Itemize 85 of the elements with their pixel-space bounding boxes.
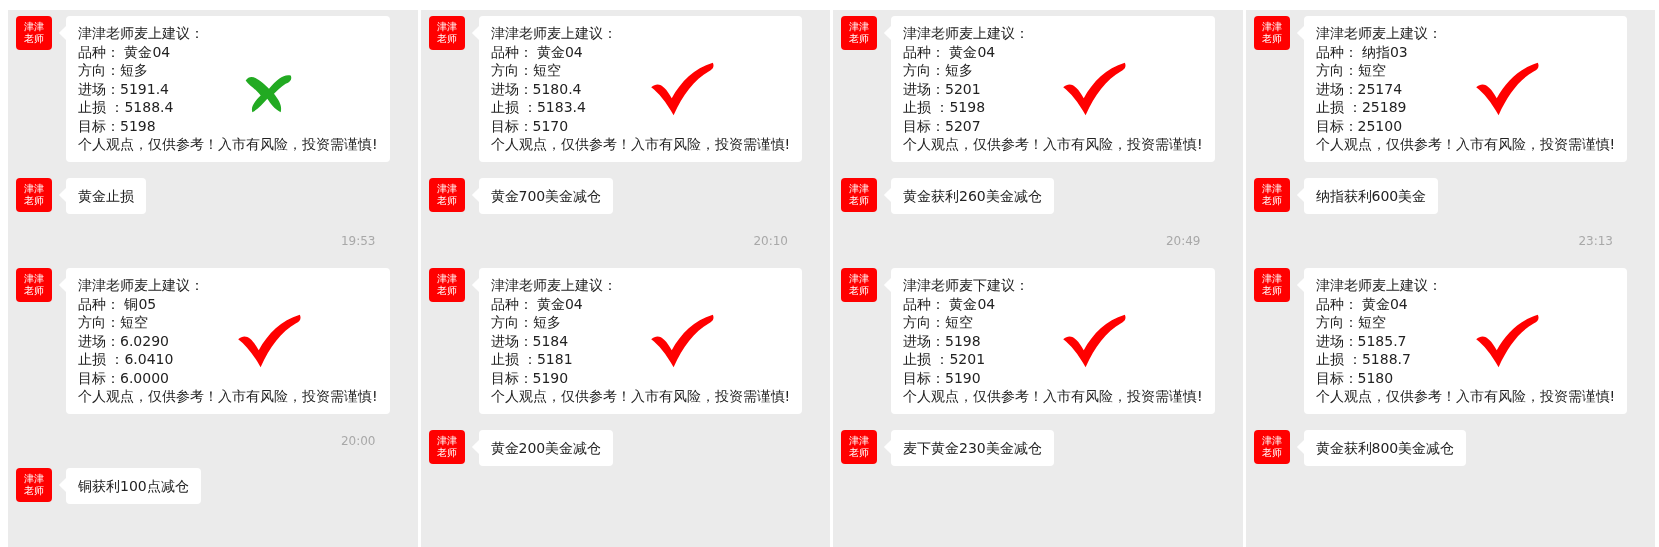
message-line: 方向：短空 [490, 61, 562, 80]
message-line: 进场：5185.7 [1315, 331, 1408, 350]
message-line: 方向：短多 [78, 61, 149, 80]
timestamp: 19:53 [340, 234, 376, 248]
message-line: 进场：6.0290 [78, 331, 170, 350]
message-line: 个人观点，仅供参考！入市有风险，投资需谨慎! [78, 387, 378, 406]
message-line: 目标：5180 [1315, 368, 1395, 387]
message-line: 进场：5198 [903, 331, 982, 350]
message-line: 进场：5201 [903, 79, 982, 98]
message-line: 津津老师麦下建议： [903, 276, 1030, 295]
avatar: 津津老师 [428, 429, 465, 464]
avatar: 津津老师 [1253, 16, 1290, 50]
message-line: 个人观点，仅供参考！入市有风险，投资需谨慎! [1315, 387, 1616, 406]
message-line: 个人观点，仅供参考！入市有风险，投资需谨慎! [78, 135, 378, 154]
message-line: 津津老师麦上建议： [490, 24, 618, 43]
message-line: 黄金获利800美金减仓 [1315, 438, 1455, 457]
avatar: 津津老师 [428, 16, 465, 50]
message-line: 津津老师麦上建议： [78, 276, 205, 295]
message-line: 品种： 黄金04 [490, 294, 584, 313]
timestamp: 20:00 [340, 433, 376, 448]
message-line: 品种： 黄金04 [1315, 294, 1409, 313]
message-line: 目标：5190 [490, 368, 570, 387]
avatar: 津津老师 [841, 177, 877, 212]
message-line: 品种： 黄金04 [903, 42, 997, 61]
avatar: 津津老师 [1253, 429, 1290, 464]
message-line: 止损 ：5198 [903, 98, 987, 117]
message-line: 铜获利100点减仓 [78, 476, 189, 495]
avatar: 津津老师 [16, 268, 52, 302]
avatar: 津津老师 [1253, 177, 1290, 212]
message-line: 津津老师麦上建议： [78, 24, 205, 43]
message-line: 进场：25174 [1315, 79, 1404, 98]
message-line: 黄金700美金减仓 [490, 186, 602, 205]
message-line: 麦下黄金230美金减仓 [903, 438, 1042, 457]
message-line: 品种： 纳指03 [1315, 42, 1409, 61]
avatar: 津津老师 [841, 16, 877, 50]
timestamp: 23:13 [1578, 234, 1613, 248]
message-line: 纳指获利600美金 [1315, 186, 1427, 205]
message-line: 个人观点，仅供参考！入市有风险，投资需谨慎! [1315, 135, 1616, 154]
message-line: 目标：5207 [903, 116, 982, 135]
message-line: 个人观点，仅供参考！入市有风险，投资需谨慎! [490, 387, 791, 406]
avatar: 津津老师 [1253, 268, 1290, 302]
message-line: 目标：5170 [490, 116, 570, 135]
avatar: 津津老师 [16, 16, 52, 50]
message-line: 个人观点，仅供参考！入市有风险，投资需谨慎! [490, 135, 791, 154]
avatar: 津津老师 [428, 177, 465, 212]
message-line: 止损 ：25189 [1315, 98, 1408, 117]
message-line: 津津老师麦上建议： [490, 276, 618, 295]
message-line: 津津老师麦上建议： [903, 24, 1030, 43]
message-line: 进场：5191.4 [78, 79, 170, 98]
message-line: 进场：5184 [490, 331, 570, 350]
message-line: 目标：5190 [903, 368, 982, 387]
message-line: 黄金止损 [78, 186, 134, 205]
avatar: 津津老师 [841, 429, 877, 464]
message-line: 方向：短空 [78, 313, 149, 332]
avatar: 津津老师 [428, 268, 465, 302]
message-line: 个人观点，仅供参考！入市有风险，投资需谨慎! [903, 135, 1203, 154]
message-line: 方向：短空 [1315, 313, 1387, 332]
avatar: 津津老师 [16, 467, 52, 502]
message-line: 津津老师麦上建议： [1315, 24, 1443, 43]
message-line: 止损 ：5201 [903, 350, 987, 369]
message-line: 品种： 黄金04 [78, 42, 172, 61]
message-line: 黄金200美金减仓 [490, 438, 602, 457]
message-line: 止损 ：5183.4 [490, 98, 587, 117]
message-line: 方向：短多 [490, 313, 562, 332]
message-line: 品种： 铜05 [78, 294, 158, 313]
message-line: 进场：5180.4 [490, 79, 583, 98]
message-line: 止损 ：5181 [490, 350, 574, 369]
timestamp: 20:10 [753, 234, 788, 248]
message-line: 目标：5198 [78, 116, 157, 135]
avatar: 津津老师 [16, 177, 52, 212]
message-line: 止损 ：5188.4 [78, 98, 175, 117]
message-line: 品种： 黄金04 [903, 294, 997, 313]
message-line: 津津老师麦上建议： [1315, 276, 1443, 295]
message-line: 品种： 黄金04 [490, 42, 584, 61]
message-line: 个人观点，仅供参考！入市有风险，投资需谨慎! [903, 387, 1203, 406]
message-line: 黄金获利260美金减仓 [903, 186, 1042, 205]
message-line: 止损 ：5188.7 [1315, 350, 1412, 369]
avatar: 津津老师 [841, 268, 877, 302]
message-line: 方向：短空 [903, 313, 974, 332]
message-line: 目标：25100 [1315, 116, 1404, 135]
message-line: 止损 ：6.0410 [78, 350, 175, 369]
message-line: 方向：短多 [903, 61, 974, 80]
message-line: 方向：短空 [1315, 61, 1387, 80]
message-line: 目标：6.0000 [78, 368, 170, 387]
timestamp: 20:49 [1165, 234, 1201, 248]
